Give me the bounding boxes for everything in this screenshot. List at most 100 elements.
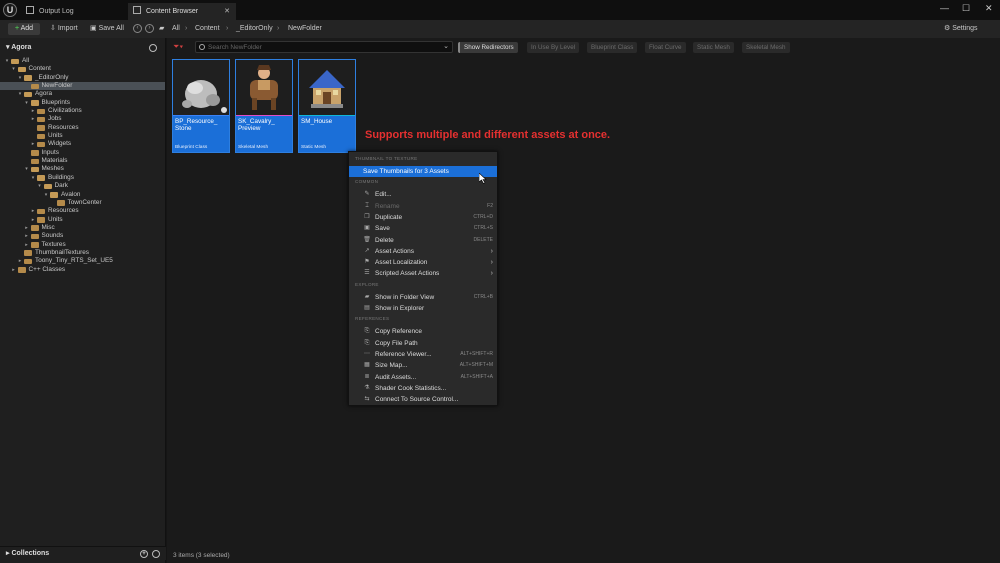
menu-item[interactable]: ≣ Audit Assets... ALT+SHIFT+A — [349, 372, 497, 383]
tree-item[interactable]: ▾ Content — [0, 65, 165, 73]
tree-item[interactable]: ▾ Agora — [0, 90, 165, 98]
minimize-icon[interactable]: — — [940, 3, 949, 13]
menu-item[interactable]: ▤ Show in Explorer — [349, 303, 497, 314]
filter-in-use-by-level[interactable]: In Use By Level — [527, 42, 580, 53]
chevron-down-icon[interactable]: ▾ — [43, 191, 49, 199]
menu-item[interactable]: ▣ Save CTRL+S — [349, 223, 497, 234]
tree-item[interactable]: ▸ Jobs — [0, 115, 165, 123]
filter-float-curve[interactable]: Float Curve — [645, 42, 686, 53]
menu-item[interactable]: ⚗ Shader Cook Statistics... — [349, 383, 497, 394]
save-all-button[interactable]: ▣ Save All — [90, 23, 124, 35]
menu-item[interactable]: ⇆ Connect To Source Control... — [349, 394, 497, 405]
tree-item[interactable]: Units — [0, 132, 165, 140]
tree-item[interactable]: ▸ Widgets — [0, 140, 165, 148]
tree-item[interactable]: ▸ Toony_Tiny_RTS_Set_UE5 — [0, 257, 165, 265]
menu-item-label: Show in Explorer — [375, 305, 425, 312]
tree-item[interactable]: ▾ Blueprints — [0, 99, 165, 107]
tree-item[interactable]: ▸ C++ Classes — [0, 266, 165, 274]
import-button[interactable]: ⇩ Import — [50, 23, 78, 35]
filter-static-mesh[interactable]: Static Mesh — [693, 42, 734, 53]
chevron-right-icon[interactable]: ▸ — [30, 115, 36, 123]
tree-item[interactable]: ThumbnailTextures — [0, 249, 165, 257]
chevron-down-icon[interactable]: ▾ — [30, 174, 36, 182]
settings-button[interactable]: ⚙ Settings — [944, 23, 978, 35]
chevron-down-icon[interactable]: ▾ — [11, 65, 17, 73]
chevron-right-icon[interactable]: ▸ — [30, 216, 36, 224]
asset-tile-sm-house[interactable]: SM_House Static Mesh — [298, 59, 356, 153]
tree-item[interactable]: ▸ Textures — [0, 241, 165, 249]
chevron-right-icon[interactable]: ▸ — [24, 241, 30, 249]
filter-skeletal-mesh[interactable]: Skeletal Mesh — [742, 42, 790, 53]
breadcrumb-all[interactable]: All — [172, 23, 180, 35]
tree-item[interactable]: TownCenter — [0, 199, 165, 207]
tree-item[interactable]: ▾ Avalon — [0, 191, 165, 199]
menu-item[interactable]: ↗ Asset Actions › — [349, 246, 497, 257]
folder-icon — [37, 208, 45, 215]
chevron-right-icon[interactable]: ▸ — [24, 224, 30, 232]
maximize-icon[interactable]: ☐ — [962, 3, 970, 14]
cavalry-icon — [236, 60, 292, 116]
chevron-right-icon[interactable]: ▸ — [24, 232, 30, 240]
chevron-right-icon[interactable]: ▸ — [30, 207, 36, 215]
tree-item[interactable]: ▸ Misc — [0, 224, 165, 232]
chevron-right-icon[interactable]: ▸ — [30, 140, 36, 148]
tree-item[interactable]: ▾ Meshes — [0, 165, 165, 173]
filter-blueprint-class[interactable]: Blueprint Class — [587, 42, 638, 53]
tree-item[interactable]: ▸ Units — [0, 216, 165, 224]
collections-header[interactable]: ▸ Collections + — [0, 546, 166, 560]
tree-item[interactable]: ▾ All — [0, 57, 165, 65]
close-icon[interactable]: ✕ — [985, 3, 993, 14]
chevron-down-icon[interactable]: ▾ — [24, 165, 30, 173]
add-collection-icon[interactable]: + — [140, 550, 148, 558]
tree-item[interactable]: ▸ Resources — [0, 207, 165, 215]
tree-item[interactable]: ▸ Sounds — [0, 232, 165, 240]
tree-item[interactable]: ▸ Civilizations — [0, 107, 165, 115]
sources-header[interactable]: ▾ Agora — [0, 42, 166, 54]
menu-item[interactable]: ▰ Show in Folder View CTRL+B — [349, 292, 497, 303]
menu-item[interactable]: ⋯ Reference Viewer... ALT+SHIFT+R — [349, 349, 497, 360]
menu-item[interactable]: ⚑ Asset Localization › — [349, 257, 497, 268]
chevron-right-icon[interactable]: ▸ — [30, 107, 36, 115]
breadcrumb-newfolder[interactable]: NewFolder — [288, 23, 322, 35]
chevron-down-icon[interactable]: ▾ — [24, 99, 30, 107]
tree-item[interactable]: NewFolder — [0, 82, 165, 91]
chevron-down-icon[interactable]: ▾ — [4, 57, 10, 65]
menu-item[interactable]: 🗑 Delete DELETE — [349, 235, 497, 246]
tree-item[interactable]: ▾ Buildings — [0, 174, 165, 182]
tree-item[interactable]: Inputs — [0, 149, 165, 157]
close-tab-icon[interactable]: ✕ — [224, 3, 230, 20]
filter-icon[interactable]: ⏷▾ — [173, 42, 189, 52]
chevron-down-icon[interactable]: ▾ — [17, 74, 23, 82]
chevron-right-icon[interactable]: ▸ — [17, 257, 23, 265]
forward-arrow-icon[interactable]: › — [145, 24, 154, 33]
chevron-down-icon[interactable]: ▾ — [17, 90, 23, 98]
breadcrumb-editoronly[interactable]: _EditorOnly — [236, 23, 273, 35]
asset-tile-sk-cavalry-preview[interactable]: SK_Cavalry_ Preview Skeletal Mesh — [235, 59, 293, 153]
chevron-down-icon[interactable]: ⌄ — [443, 42, 449, 52]
menu-item[interactable]: ✎ Edit... — [349, 189, 497, 200]
tab-content-browser[interactable]: Content Browser ✕ — [128, 3, 236, 20]
menu-item[interactable]: ▦ Size Map... ALT+SHIFT+M — [349, 360, 497, 371]
menu-item[interactable]: ☰ Scripted Asset Actions › — [349, 268, 497, 279]
menu-item[interactable]: Save Thumbnails for 3 Assets — [349, 166, 497, 177]
search-input[interactable] — [208, 43, 438, 52]
breadcrumb-content[interactable]: Content — [195, 23, 220, 35]
tree-item[interactable]: ▾ Dark — [0, 182, 165, 190]
menu-item[interactable]: ⎘ Copy Reference — [349, 326, 497, 337]
chevron-down-icon[interactable]: ▾ — [37, 182, 43, 190]
back-arrow-icon[interactable]: ‹ — [133, 24, 142, 33]
tab-output-log[interactable]: Output Log — [22, 3, 106, 20]
menu-item[interactable]: ⎘ Copy File Path — [349, 338, 497, 349]
filter-show-redirectors[interactable]: Show Redirectors — [458, 42, 518, 53]
tree-item[interactable]: Resources — [0, 124, 165, 132]
menu-item[interactable]: ❐ Duplicate CTRL+D — [349, 212, 497, 223]
search-icon[interactable] — [149, 44, 157, 52]
tree-item-label: Units — [48, 132, 63, 140]
add-button[interactable]: + Add — [8, 23, 40, 35]
chevron-right-icon[interactable]: ▸ — [11, 266, 17, 274]
tree-item[interactable]: ▾ _EditorOnly — [0, 74, 165, 82]
tree-item[interactable]: Materials — [0, 157, 165, 165]
asset-tile-bp-resource-stone[interactable]: BP_Resource_ Stone Blueprint Class — [172, 59, 230, 153]
search-icon[interactable] — [152, 550, 160, 558]
folder-icon — [37, 133, 45, 140]
